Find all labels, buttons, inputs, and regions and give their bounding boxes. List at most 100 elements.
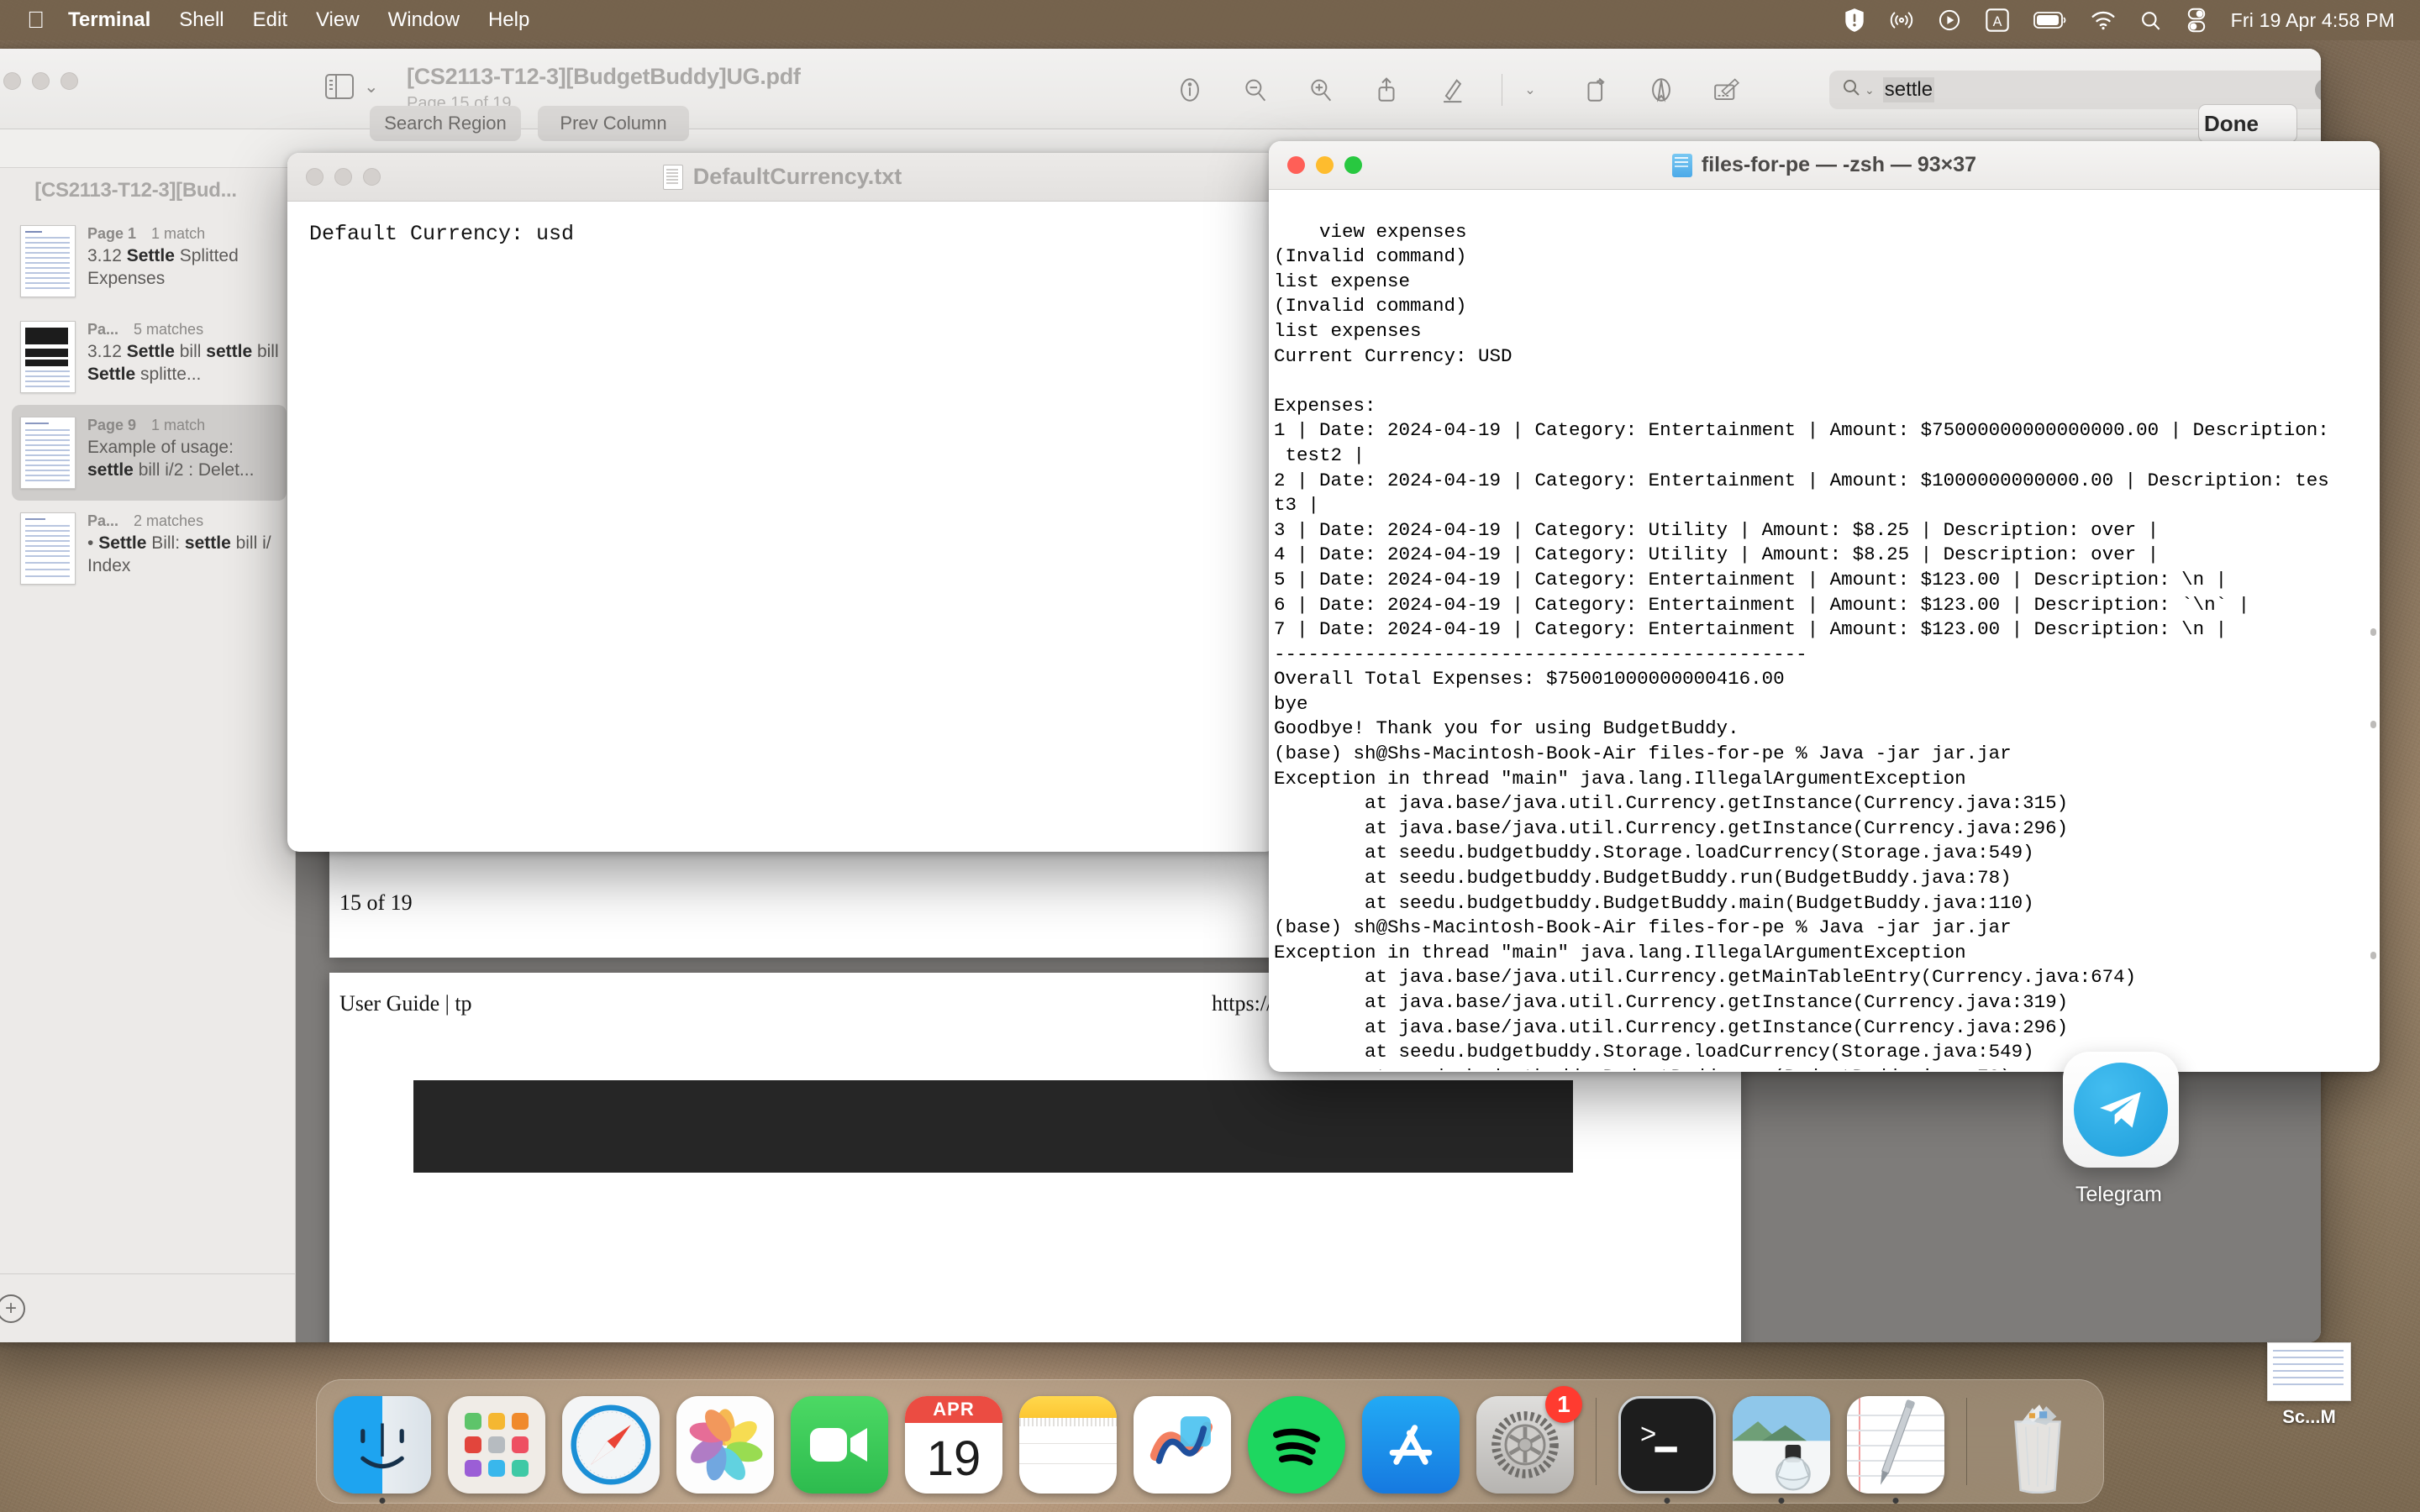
- textedit-title-text: DefaultCurrency.txt: [692, 164, 902, 189]
- zoom-in-icon[interactable]: [1305, 74, 1337, 106]
- dock-item-spotify[interactable]: [1244, 1389, 1349, 1494]
- close-button[interactable]: [3, 72, 21, 90]
- result-match-count: 2 matches: [134, 512, 204, 529]
- search-result-item[interactable]: Pa... 2 matches • Settle Bill: settle bi…: [0, 501, 295, 596]
- dock-item-calendar[interactable]: APR 19: [902, 1389, 1006, 1494]
- maximize-button[interactable]: [60, 72, 78, 90]
- dock-item-facetime[interactable]: [787, 1389, 892, 1494]
- maximize-button[interactable]: [1344, 156, 1362, 174]
- menu-item-shell[interactable]: Shell: [179, 8, 224, 32]
- terminal-window[interactable]: files-for-pe — -zsh — 93×37 view expense…: [1269, 141, 2380, 1072]
- desktop-file-icon[interactable]: Sc...M: [2260, 1342, 2358, 1428]
- sidebar-header: [CS2113-T12-3][Bud...: [34, 179, 237, 202]
- document-icon: [662, 164, 683, 190]
- textedit-window-controls[interactable]: [306, 168, 381, 186]
- code-line-divider: ----------------------------------------…: [429, 1159, 1558, 1173]
- control-center-icon[interactable]: [2186, 8, 2207, 33]
- telegram-app-icon[interactable]: [2063, 1052, 2179, 1168]
- sidebar-footer: +: [0, 1273, 295, 1342]
- zoom-out-icon[interactable]: [1239, 74, 1271, 106]
- dock-item-freeform[interactable]: [1130, 1389, 1234, 1494]
- dock-item-photos[interactable]: [673, 1389, 777, 1494]
- terminal-title-text: files-for-pe — -zsh — 93×37: [1701, 153, 1977, 176]
- result-match-count: 5 matches: [134, 321, 204, 338]
- markup-pen-icon[interactable]: [1436, 74, 1468, 106]
- menu-item-terminal[interactable]: Terminal: [68, 8, 150, 32]
- add-icon[interactable]: +: [0, 1294, 25, 1323]
- terminal-output[interactable]: view expenses (Invalid command) list exp…: [1269, 190, 2380, 1070]
- search-result-item[interactable]: Pa... 5 matches 3.12 Settle bill settle …: [0, 309, 295, 405]
- minimize-button[interactable]: [32, 72, 50, 90]
- minimize-button[interactable]: [334, 168, 352, 186]
- apple-logo-icon[interactable]: : [27, 8, 45, 32]
- maximize-button[interactable]: [363, 168, 381, 186]
- dock-item-system-settings[interactable]: 1: [1473, 1386, 1582, 1494]
- info-icon[interactable]: [1174, 74, 1206, 106]
- textedit-window[interactable]: DefaultCurrency.txt Default Currency: us…: [287, 153, 1277, 852]
- close-button[interactable]: [306, 168, 324, 186]
- terminal-window-controls[interactable]: [1287, 156, 1362, 174]
- menu-item-edit[interactable]: Edit: [253, 8, 287, 32]
- clear-search-icon[interactable]: ×: [2315, 78, 2321, 102]
- notes-icon: [1019, 1396, 1117, 1494]
- svg-text:A: A: [1992, 14, 2002, 29]
- hidden-button-1[interactable]: Search Region: [370, 106, 521, 141]
- wifi-icon[interactable]: [2091, 10, 2116, 30]
- signature-icon[interactable]: [1711, 74, 1743, 106]
- textedit-icon: [1847, 1396, 1944, 1494]
- desktop-file-label: Sc...M: [2282, 1406, 2336, 1427]
- dock-item-safari[interactable]: [559, 1389, 663, 1494]
- done-button[interactable]: Done: [2198, 104, 2297, 143]
- svg-text:>: >: [1640, 1420, 1657, 1452]
- menu-item-view[interactable]: View: [316, 8, 360, 32]
- calendar-day: 19: [926, 1431, 981, 1486]
- dock[interactable]: APR 19 1 >: [316, 1379, 2104, 1504]
- terminal-titlebar: files-for-pe — -zsh — 93×37: [1269, 141, 2380, 190]
- running-indicator: [379, 1498, 386, 1504]
- input-source-A-icon[interactable]: A: [1985, 8, 2010, 33]
- sidebar-toggle[interactable]: ⌄: [325, 73, 379, 100]
- result-page-label: Page 1: [87, 225, 137, 242]
- search-result-item[interactable]: Page 1 1 match 3.12 Settle Splitted Expe…: [0, 213, 295, 309]
- terminal-scrollbar[interactable]: [2367, 242, 2376, 1070]
- search-result-item-selected[interactable]: Page 9 1 match Example of usage: settle …: [12, 405, 287, 501]
- warning-shield-icon[interactable]: [1844, 8, 1865, 33]
- battery-icon[interactable]: [2033, 11, 2067, 29]
- hidden-button-2[interactable]: Prev Column: [538, 106, 689, 141]
- dock-item-trash[interactable]: [1986, 1389, 2090, 1494]
- dock-item-launchpad[interactable]: [445, 1389, 549, 1494]
- airplay-audio-icon[interactable]: [1889, 8, 1914, 33]
- close-button[interactable]: [1287, 156, 1305, 174]
- annotate-icon[interactable]: [1645, 74, 1677, 106]
- dock-item-notes[interactable]: [1016, 1389, 1120, 1494]
- dock-item-finder[interactable]: [330, 1389, 434, 1504]
- textedit-title: DefaultCurrency.txt: [287, 164, 1277, 190]
- minimize-button[interactable]: [1316, 156, 1334, 174]
- scroll-thumb-c[interactable]: [2370, 952, 2376, 959]
- scroll-thumb-b[interactable]: [2370, 721, 2376, 728]
- dock-item-preview[interactable]: [1729, 1389, 1833, 1504]
- search-icon[interactable]: [2139, 9, 2162, 32]
- chevron-down-icon[interactable]: ⌄: [364, 76, 379, 97]
- chevron-down-icon[interactable]: ⌄: [1514, 74, 1546, 106]
- scroll-thumb-a[interactable]: [2370, 628, 2376, 636]
- search-input-value[interactable]: settle: [1882, 77, 1935, 102]
- dock-divider: [1966, 1398, 1967, 1485]
- telegram-paper-plane-icon: [2074, 1063, 2168, 1157]
- menu-bar-clock[interactable]: Fri 19 Apr 4:58 PM: [2231, 9, 2395, 32]
- menu-item-help[interactable]: Help: [488, 8, 529, 32]
- textedit-document-body[interactable]: Default Currency: usd: [287, 202, 1277, 246]
- dock-item-textedit[interactable]: [1844, 1389, 1948, 1504]
- dock-item-app-store[interactable]: [1359, 1389, 1463, 1494]
- share-icon[interactable]: [1370, 74, 1402, 106]
- pdf-code-block: ----------------------------------------…: [413, 1080, 1573, 1173]
- preview-window-controls[interactable]: [3, 72, 78, 90]
- menu-bar[interactable]:  Terminal Shell Edit View Window Help A…: [0, 0, 2420, 40]
- now-playing-icon[interactable]: [1938, 8, 1961, 32]
- rotate-icon[interactable]: [1580, 74, 1612, 106]
- result-snippet: • Settle Bill: settle bill i/ Index: [87, 533, 271, 575]
- textedit-content: Default Currency: usd: [309, 222, 575, 246]
- chevron-down-icon[interactable]: ⌄: [1865, 83, 1875, 97]
- dock-item-terminal[interactable]: >: [1615, 1389, 1719, 1504]
- menu-item-window[interactable]: Window: [388, 8, 460, 32]
